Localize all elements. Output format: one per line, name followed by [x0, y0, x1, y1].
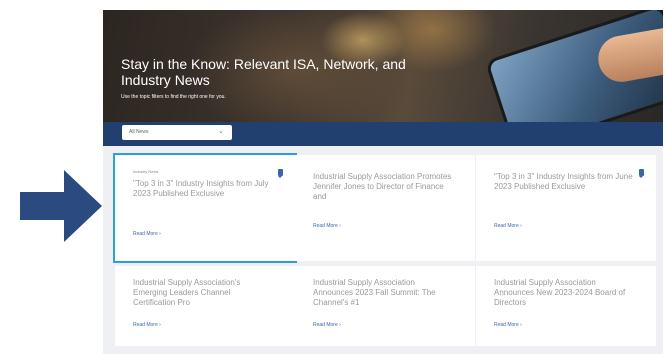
topic-filter-value: All News	[129, 129, 149, 135]
read-more-link[interactable]: Read More ›	[133, 231, 161, 237]
news-card[interactable]: Industrial Supply Association Promotes J…	[295, 155, 475, 261]
topic-filter-select[interactable]: All News ⌄	[122, 125, 232, 140]
filter-bar: All News ⌄	[103, 122, 663, 146]
news-card[interactable]: Industrial Supply Association Announces …	[476, 266, 656, 346]
hero-banner: Stay in the Know: Relevant ISA, Network,…	[103, 10, 663, 122]
news-card[interactable]: Industry News "Top 3 in 3" Industry Insi…	[113, 153, 297, 263]
news-card[interactable]: Industrial Supply Association's Emerging…	[115, 266, 295, 346]
card-title: Industrial Supply Association's Emerging…	[133, 278, 241, 307]
pin-icon	[639, 169, 644, 178]
news-page-screenshot: Stay in the Know: Relevant ISA, Network,…	[103, 10, 663, 354]
read-more-link[interactable]: Read More ›	[494, 223, 522, 229]
card-category: Industry News	[133, 169, 159, 174]
read-more-link[interactable]: Read More ›	[313, 322, 341, 328]
read-more-link[interactable]: Read More ›	[313, 223, 341, 229]
hero-title: Stay in the Know: Relevant ISA, Network,…	[121, 56, 406, 88]
pointer-arrow-icon	[20, 170, 102, 242]
read-more-link[interactable]: Read More ›	[494, 322, 522, 328]
chevron-down-icon: ⌄	[218, 128, 224, 135]
read-more-link[interactable]: Read More ›	[133, 322, 161, 328]
news-card[interactable]: "Top 3 in 3" Industry Insights from June…	[476, 155, 656, 261]
card-title: Industrial Supply Association Promotes J…	[313, 172, 452, 201]
card-title: "Top 3 in 3" Industry Insights from July…	[133, 179, 269, 198]
news-card[interactable]: Industrial Supply Association Announces …	[295, 266, 475, 346]
card-title: Industrial Supply Association Announces …	[494, 278, 626, 307]
hero-subtitle: Use the topic filters to find the right …	[121, 94, 226, 100]
card-title: "Top 3 in 3" Industry Insights from June…	[494, 172, 633, 191]
card-title: Industrial Supply Association Announces …	[313, 278, 436, 307]
pin-icon	[278, 169, 283, 178]
